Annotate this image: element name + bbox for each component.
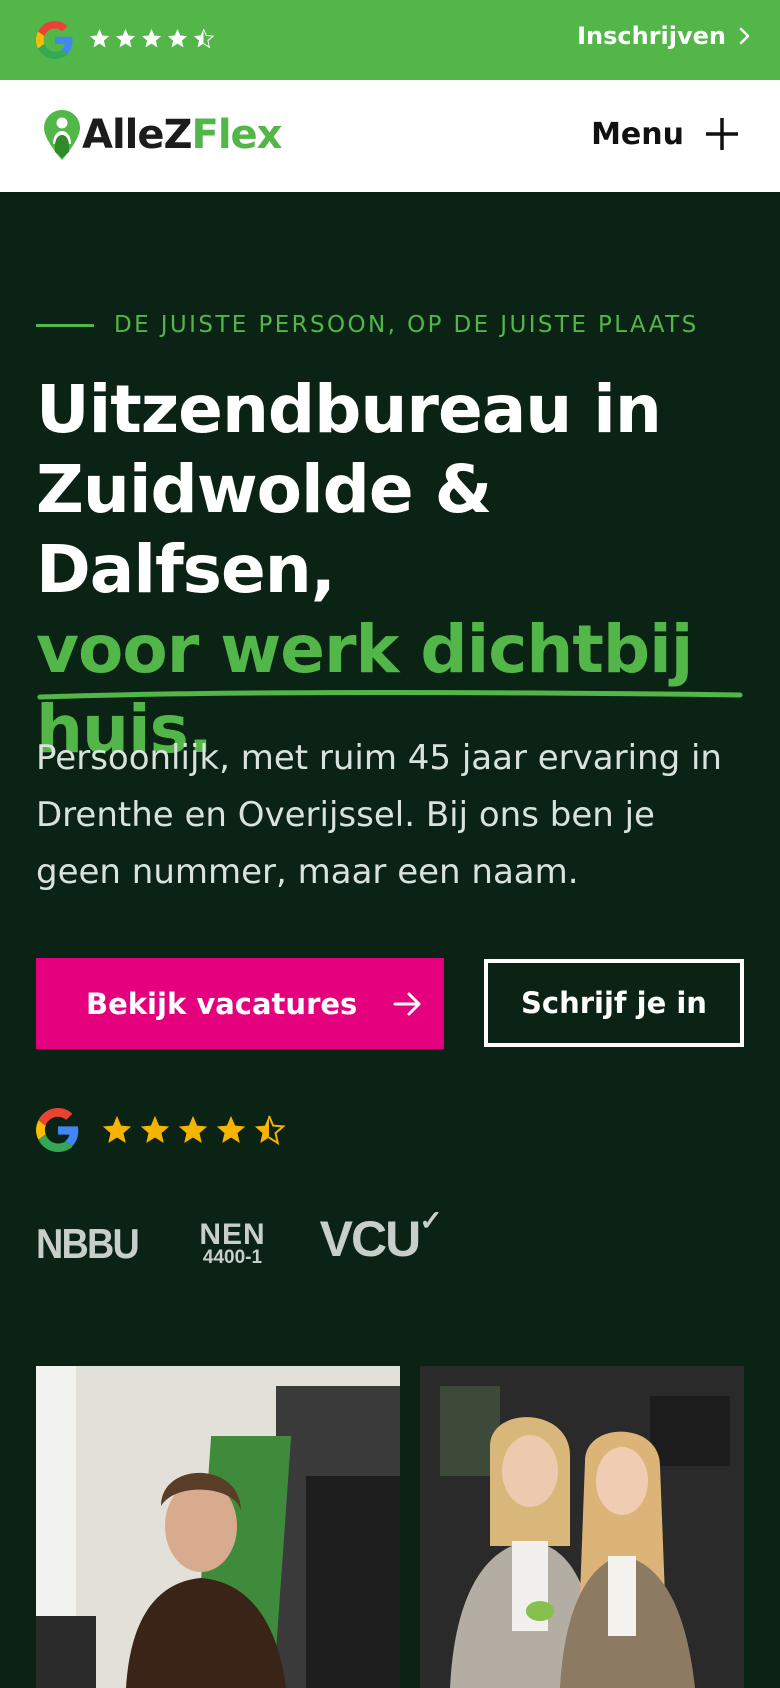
sign-up-label: Schrijf je in <box>521 986 707 1020</box>
nbbu-logo: NBBU <box>36 1220 140 1267</box>
menu-button[interactable]: Menu <box>591 116 740 152</box>
certification-logos: NBBU NEN 4400-1 VCU✓ <box>36 1205 443 1268</box>
menu-label: Menu <box>591 116 684 152</box>
half-star-icon <box>193 28 215 49</box>
half-star-icon <box>254 1115 286 1146</box>
view-vacancies-button[interactable]: Bekijk vacatures <box>36 958 444 1049</box>
vcu-check-icon: ✓ <box>419 1205 443 1237</box>
plus-icon <box>706 118 738 150</box>
allezflex-logo[interactable]: AlleZ Flex <box>42 108 283 162</box>
star-rating <box>100 1113 286 1147</box>
nen-logo-number: 4400-1 <box>202 1247 263 1268</box>
logo-text-allez: AlleZ <box>82 112 193 158</box>
sign-up-button[interactable]: Schrijf je in <box>484 959 744 1047</box>
eyebrow-text: DE JUISTE PERSOON, OP DE JUISTE PLAATS <box>114 312 699 338</box>
vcu-logo-text: VCU <box>319 1211 422 1267</box>
vcu-logo: VCU✓ <box>319 1205 443 1268</box>
top-rating-bar: Inschrijven <box>0 0 780 80</box>
chevron-right-icon <box>739 27 750 45</box>
woman-at-desk-photo <box>36 1366 400 1688</box>
site-header: AlleZ Flex Menu <box>0 80 780 192</box>
hero-title-line: Uitzendbureau in <box>36 371 662 448</box>
signup-label: Inschrijven <box>577 22 726 50</box>
hero-eyebrow: DE JUISTE PERSOON, OP DE JUISTE PLAATS <box>36 312 699 338</box>
google-rating <box>36 1108 286 1152</box>
star-icon <box>89 28 110 48</box>
star-icon <box>167 28 188 48</box>
logo-text-flex: Flex <box>191 112 283 158</box>
star-icon <box>216 1115 246 1144</box>
nen-logo: NEN 4400-1 <box>199 1218 266 1268</box>
team-photo-duo <box>420 1366 744 1688</box>
star-icon <box>178 1115 208 1144</box>
hero-title-highlight: voor werk dichtbij <box>36 611 693 688</box>
team-photo-office <box>36 1366 400 1688</box>
star-icon <box>102 1115 132 1144</box>
hero-title-line: Zuidwolde & Dalfsen, <box>36 451 492 608</box>
view-vacancies-label: Bekijk vacatures <box>86 986 358 1021</box>
google-icon <box>36 21 73 59</box>
hero-title: Uitzendbureau in Zuidwolde & Dalfsen, vo… <box>36 370 756 770</box>
nen-logo-title: NEN <box>199 1218 266 1251</box>
location-pin-person-icon <box>44 110 80 160</box>
google-icon <box>36 1108 79 1152</box>
signup-link[interactable]: Inschrijven <box>577 22 752 50</box>
top-star-rating <box>88 27 215 51</box>
arrow-right-icon <box>393 992 421 1015</box>
two-women-photo <box>420 1366 744 1688</box>
star-icon <box>115 28 136 48</box>
hero-lead-text: Persoonlijk, met ruim 45 jaar ervaring i… <box>36 738 722 892</box>
title-underline-decoration <box>37 690 743 700</box>
star-icon <box>141 28 162 48</box>
star-icon <box>140 1115 170 1144</box>
eyebrow-line <box>36 323 94 327</box>
